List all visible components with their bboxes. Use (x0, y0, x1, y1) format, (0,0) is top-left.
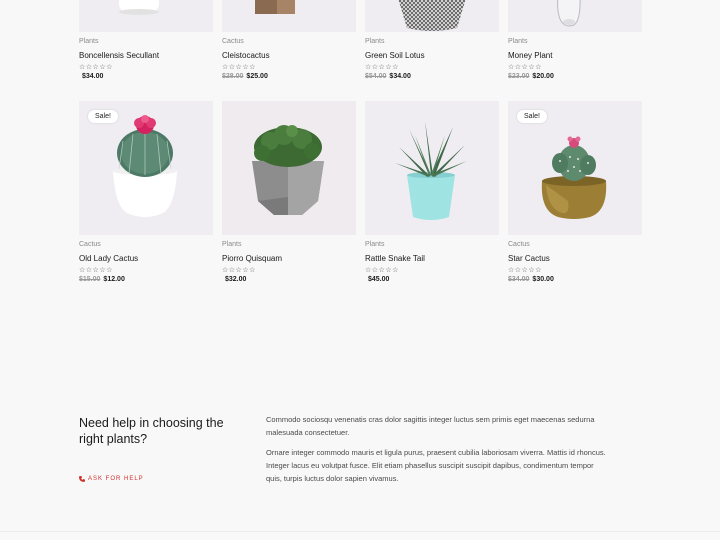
product-price: $32.00 (222, 276, 356, 283)
product-category[interactable]: Plants (79, 38, 213, 47)
rating-stars: ☆☆☆☆☆ (365, 64, 399, 71)
sale-badge: Sale! (88, 110, 118, 123)
product-grid-row-1: Plants Boncellensis Secullant ☆☆☆☆☆ $34.… (79, 0, 642, 80)
current-price: $34.00 (389, 73, 411, 80)
product-image[interactable] (365, 0, 499, 32)
product-price: $54.00 $34.00 (365, 73, 499, 80)
product-card[interactable]: Plants Money Plant ☆☆☆☆☆ $23.00 $20.00 (508, 0, 642, 80)
product-category[interactable]: Cactus (508, 241, 642, 250)
rating-stars: ☆☆☆☆☆ (79, 64, 113, 71)
plant-pot-image (255, 0, 295, 14)
ask-for-help-link[interactable]: ASK FOR HELP (79, 476, 144, 482)
sale-badge: Sale! (517, 110, 547, 123)
product-image[interactable] (222, 0, 356, 32)
product-name[interactable]: Piorro Quisquam (222, 254, 356, 265)
rating-stars: ☆☆☆☆☆ (79, 267, 113, 274)
current-price: $12.00 (103, 276, 125, 283)
current-price: $25.00 (246, 73, 268, 80)
rating-stars: ☆☆☆☆☆ (222, 64, 256, 71)
product-image[interactable] (222, 101, 356, 235)
product-grid-row-2: Sale! Cactus Old Lady Cactus ☆☆☆☆☆ $15.0… (79, 101, 642, 283)
product-price: $28.00 $25.00 (222, 73, 356, 80)
product-card[interactable]: Plants Piorro Quisquam ☆☆☆☆☆ $32.00 (222, 101, 356, 283)
product-card[interactable]: Sale! Cactus Star Cactus ☆☆☆☆☆ $34.00 $30… (508, 101, 642, 283)
product-image[interactable] (365, 101, 499, 235)
old-price: $15.00 (79, 276, 101, 283)
old-price: $54.00 (365, 73, 387, 80)
current-price: $32.00 (225, 276, 247, 283)
current-price: $20.00 (532, 73, 554, 80)
product-category[interactable]: Plants (508, 38, 642, 47)
product-category[interactable]: Cactus (79, 241, 213, 250)
ask-for-help-label: ASK FOR HELP (88, 476, 144, 482)
product-price: $23.00 $20.00 (508, 73, 642, 80)
product-name[interactable]: Old Lady Cactus (79, 254, 213, 265)
product-card[interactable]: Plants Green Soil Lotus ☆☆☆☆☆ $54.00 $34.… (365, 0, 499, 80)
current-price: $30.00 (532, 276, 554, 283)
product-name[interactable]: Green Soil Lotus (365, 51, 499, 62)
plant-pot-image (557, 0, 581, 27)
help-paragraph: Ornare integer commodo mauris et ligula … (266, 448, 606, 483)
footer-divider (0, 531, 720, 532)
old-price: $28.00 (222, 73, 244, 80)
current-price: $34.00 (82, 73, 104, 80)
product-price: $15.00 $12.00 (79, 276, 213, 283)
product-price: $34.00 (79, 73, 213, 80)
product-category[interactable]: Plants (222, 241, 356, 250)
moss-pot-image (252, 125, 324, 215)
product-card[interactable]: Plants Rattle Snake Tail ☆☆☆☆☆ $45.00 (365, 101, 499, 283)
product-category[interactable]: Plants (365, 38, 499, 47)
help-paragraph: Commodo sociosqu venenatis cras dolor sa… (266, 415, 595, 437)
plant-pot-image (119, 0, 159, 15)
rating-stars: ☆☆☆☆☆ (508, 64, 542, 71)
product-image[interactable] (79, 0, 213, 32)
product-image[interactable]: Sale! (508, 101, 642, 235)
succulent-image (395, 121, 467, 220)
product-price: $34.00 $30.00 (508, 276, 642, 283)
product-name[interactable]: Boncellensis Secullant (79, 51, 213, 62)
phone-icon (79, 476, 85, 482)
product-name[interactable]: Rattle Snake Tail (365, 254, 499, 265)
product-category[interactable]: Cactus (222, 38, 356, 47)
product-price: $45.00 (365, 276, 499, 283)
product-category[interactable]: Plants (365, 241, 499, 250)
product-name[interactable]: Money Plant (508, 51, 642, 62)
help-title: Need help in choosing the right plants? (79, 416, 224, 446)
product-name[interactable]: Star Cactus (508, 254, 642, 265)
product-image[interactable]: Sale! (79, 101, 213, 235)
rating-stars: ☆☆☆☆☆ (365, 267, 399, 274)
help-description: Commodo sociosqu venenatis cras dolor sa… (266, 413, 606, 492)
rating-stars: ☆☆☆☆☆ (222, 267, 256, 274)
old-price: $23.00 (508, 73, 530, 80)
product-card[interactable]: Plants Boncellensis Secullant ☆☆☆☆☆ $34.… (79, 0, 213, 80)
plant-pot-image (398, 0, 466, 31)
current-price: $45.00 (368, 276, 390, 283)
product-image[interactable] (508, 0, 642, 32)
product-card[interactable]: Sale! Cactus Old Lady Cactus ☆☆☆☆☆ $15.0… (79, 101, 213, 283)
rating-stars: ☆☆☆☆☆ (508, 267, 542, 274)
old-price: $34.00 (508, 276, 530, 283)
product-name[interactable]: Cleistocactus (222, 51, 356, 62)
product-card[interactable]: Cactus Cleistocactus ☆☆☆☆☆ $28.00 $25.00 (222, 0, 356, 80)
